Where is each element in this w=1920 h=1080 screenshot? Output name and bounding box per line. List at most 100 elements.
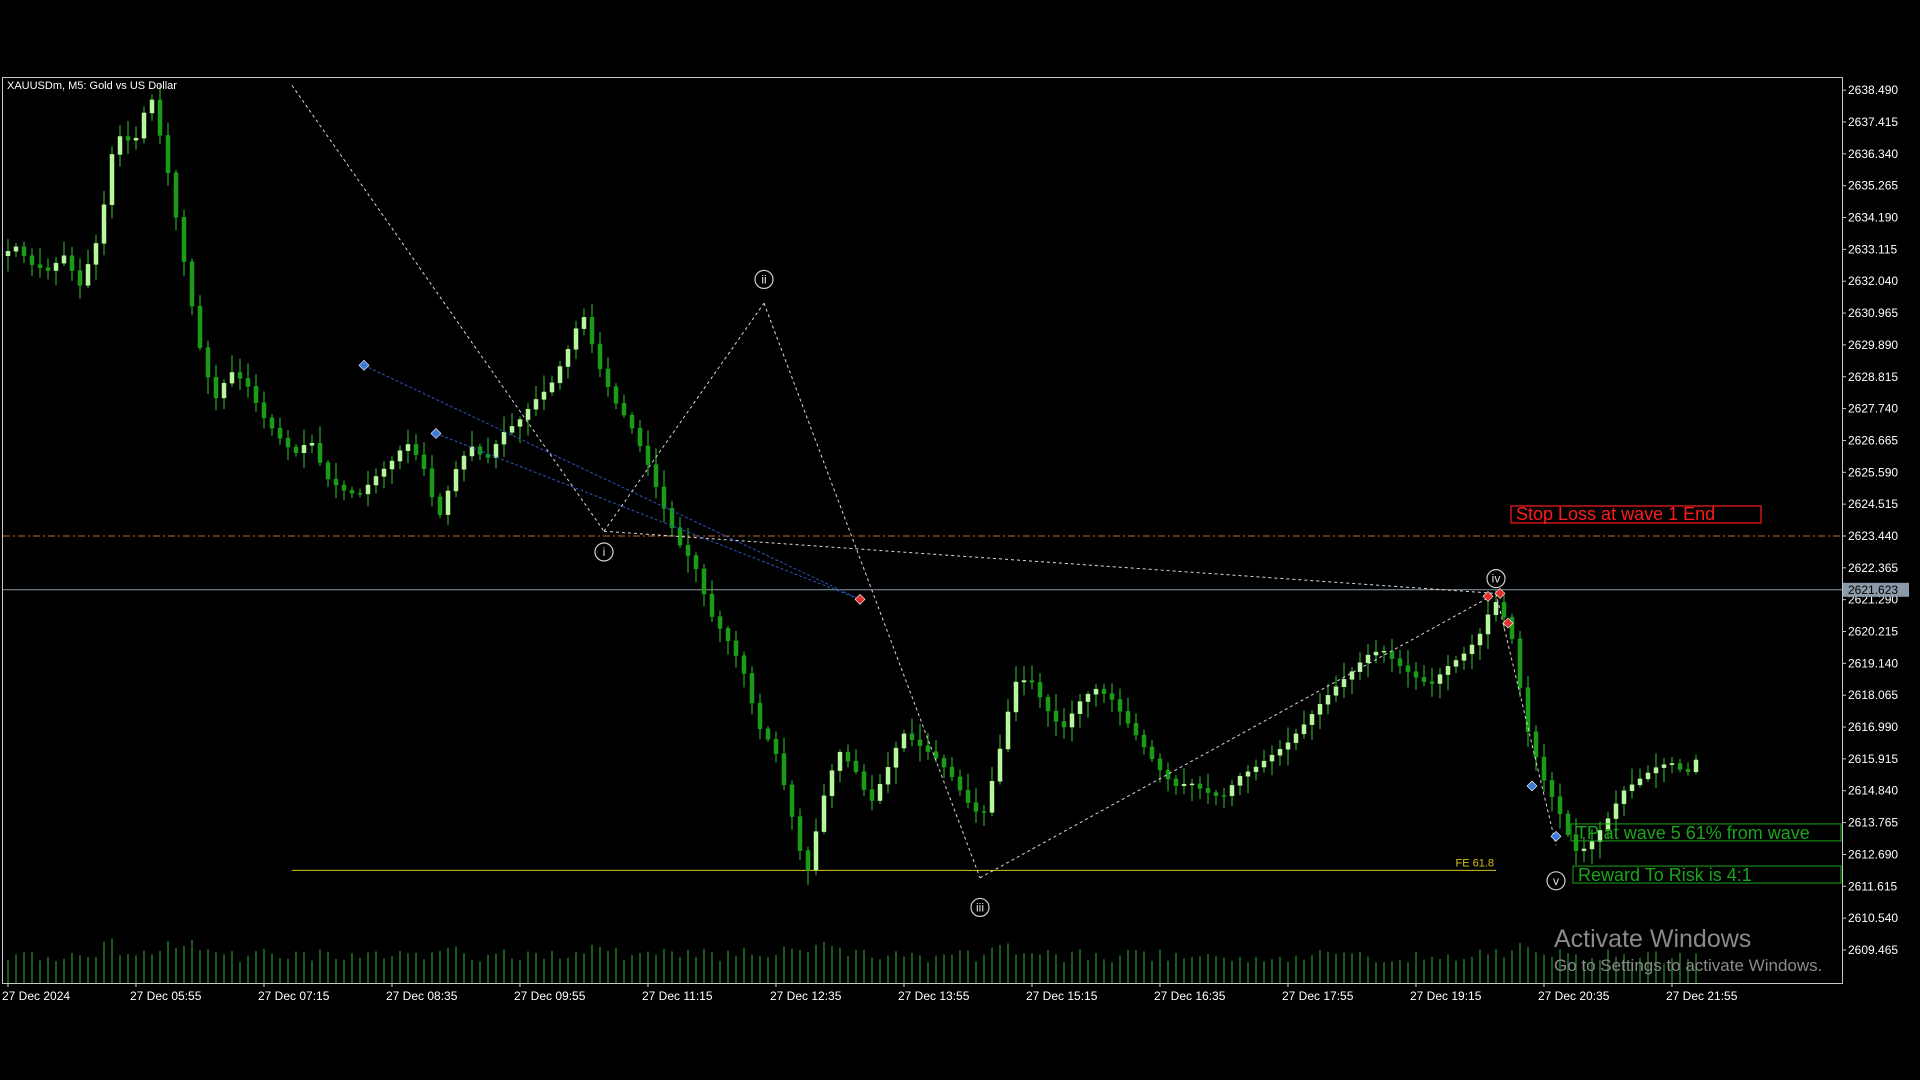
bull-candle [557, 366, 563, 384]
bull-candle [821, 795, 827, 832]
bull-candle [445, 490, 451, 515]
bull-candle [133, 137, 139, 141]
blue-trend-line [363, 364, 861, 600]
bear-candle [421, 454, 427, 469]
bull-candle [1229, 785, 1235, 797]
elliott-wave-overlay[interactable]: iiiiiiivv [291, 85, 1566, 918]
bull-candle [1613, 803, 1619, 819]
bear-candle [237, 372, 243, 379]
wave-label-v: v [1553, 874, 1559, 888]
chart-window[interactable]: i ii iii iv v Stop Loss at wave 1 End TP at w… [0, 77, 1920, 1007]
bull-candle [1325, 695, 1331, 705]
bear-candle [1221, 795, 1227, 797]
bull-candle [1645, 772, 1651, 780]
bear-candle [661, 486, 667, 509]
bear-candle [261, 402, 267, 419]
bear-candle [1109, 693, 1115, 700]
bear-candle [341, 484, 347, 491]
bear-candle [173, 172, 179, 218]
bear-candle [741, 655, 747, 674]
bear-candle [781, 753, 787, 786]
bear-candle [1685, 769, 1691, 773]
buy-marker [358, 359, 370, 371]
bull-candle [93, 243, 99, 265]
bear-candle [349, 490, 355, 494]
bear-candle [1197, 783, 1203, 789]
bear-candle [357, 493, 363, 495]
bull-candle [829, 770, 835, 797]
bear-candle [621, 403, 627, 416]
bear-candle [1405, 665, 1411, 672]
buy-marker [1550, 830, 1562, 842]
bull-candle [989, 781, 995, 813]
price-tick-label: 2619.140 [1848, 656, 1898, 670]
bear-candle [1101, 688, 1107, 694]
bull-candle [1653, 767, 1659, 774]
price-chart[interactable]: iiiiiiivv Stop Loss at wave 1 EndTP at w… [0, 77, 1920, 1007]
elliott-wave-line [979, 593, 1497, 879]
bear-candle [125, 136, 131, 141]
bear-candle [765, 728, 771, 740]
bear-candle [181, 216, 187, 262]
bear-candle [1389, 650, 1395, 659]
bull-candle [61, 255, 67, 264]
time-tick-label: 27 Dec 21:55 [1666, 989, 1738, 1003]
bull-candle [501, 432, 507, 445]
bear-candle [1397, 658, 1403, 666]
bear-candle [1117, 699, 1123, 712]
bear-candle [1157, 758, 1163, 771]
bull-candle [1485, 614, 1491, 635]
bear-candle [1429, 681, 1435, 684]
price-tick-label: 2632.040 [1848, 274, 1898, 288]
price-tick-label: 2633.115 [1848, 242, 1897, 256]
bear-candle [325, 462, 331, 480]
bear-candle [957, 776, 963, 791]
bear-candle [37, 264, 43, 268]
bull-candle [373, 476, 379, 486]
bear-candle [277, 427, 283, 439]
time-tick-label: 27 Dec 05:55 [130, 989, 202, 1003]
bear-candle [1037, 682, 1043, 698]
activation-subtitle: Go to Settings to activate Windows. [1554, 956, 1823, 975]
price-tick-label: 2637.415 [1848, 115, 1898, 129]
bull-candle [381, 468, 387, 477]
bear-candle [853, 760, 859, 773]
price-tick-label: 2620.215 [1848, 625, 1898, 639]
bull-candle [901, 733, 907, 749]
bull-candle [1477, 633, 1483, 646]
bull-candle [1453, 660, 1459, 667]
bear-candle [333, 478, 339, 486]
bear-candle [981, 811, 987, 813]
bull-candle [1253, 766, 1259, 773]
bear-candle [637, 427, 643, 447]
bull-candle [533, 399, 539, 410]
wave-label-iii: iii [976, 900, 984, 914]
chart-annotations: Stop Loss at wave 1 End TP at wave 5 61% … [1455, 504, 1842, 885]
bull-candle [549, 382, 555, 393]
bull-candle [1085, 693, 1091, 702]
bear-candle [1501, 602, 1507, 618]
time-tick-label: 27 Dec 17:55 [1282, 989, 1354, 1003]
bull-candle [1013, 681, 1019, 713]
bear-candle [1053, 710, 1059, 722]
time-tick-label: 27 Dec 11:15 [642, 989, 713, 1003]
bull-candle [541, 391, 547, 400]
bear-candle [1045, 696, 1051, 712]
chart-title: XAUUSDm, M5: Gold vs US Dollar [7, 80, 177, 92]
bull-candle [461, 455, 467, 470]
bull-candle [1005, 711, 1011, 750]
bear-candle [157, 99, 163, 136]
price-tick-label: 2634.190 [1848, 211, 1898, 225]
bear-candle [1213, 792, 1219, 796]
bull-candle [1661, 764, 1667, 768]
price-tick-label: 2611.615 [1848, 879, 1897, 893]
bear-candle [269, 417, 275, 429]
bear-candle [317, 443, 323, 463]
bear-candle [589, 317, 595, 345]
bull-candle [453, 469, 459, 492]
bear-candle [925, 745, 931, 752]
time-tick-label: 27 Dec 20:35 [1538, 989, 1610, 1003]
elliott-wave-line [603, 302, 765, 532]
bear-candle [1517, 638, 1523, 688]
bull-candle [1317, 703, 1323, 715]
